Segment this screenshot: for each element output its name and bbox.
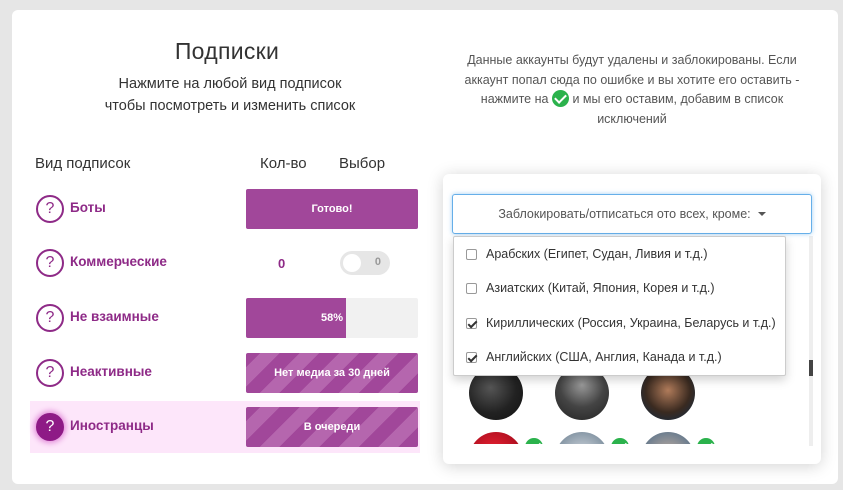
progress-bar[interactable]: Готово! — [246, 189, 418, 229]
subscription-row-inactive[interactable]: ? Неактивные Нет медиа за 30 дней — [30, 347, 420, 399]
option-label[interactable]: Арабских (Египет, Судан, Ливия и т.д.) — [486, 247, 708, 261]
subscription-row-commercial[interactable]: ? Коммерческие 0 0 — [30, 237, 420, 289]
option-label[interactable]: Английских (США, Англия, Канада и т.д.) — [486, 350, 722, 364]
help-icon[interactable]: ? — [36, 195, 64, 223]
progress-label: 58% — [320, 312, 344, 324]
account-avatar[interactable] — [469, 432, 523, 444]
subscription-row-non-mutual[interactable]: ? Не взаимные 58% — [30, 292, 420, 344]
notice-line-2: и мы его оставим, добавим в список исклю… — [572, 92, 784, 126]
subscriptions-section: Подписки Нажмите на любой вид подписок ч… — [12, 10, 442, 484]
keep-check-icon[interactable] — [609, 436, 631, 444]
help-icon[interactable]: ? — [36, 413, 64, 441]
help-icon[interactable]: ? — [36, 304, 64, 332]
checkbox[interactable] — [466, 282, 477, 294]
page-title: Подписки — [174, 38, 280, 64]
column-header-type: Вид подписок — [35, 155, 131, 172]
row-label[interactable]: Иностранцы — [70, 418, 154, 433]
progress-bar[interactable]: В очереди — [246, 407, 418, 447]
row-label[interactable]: Неактивные — [70, 364, 152, 379]
row-label[interactable]: Боты — [70, 200, 106, 215]
progress-label: Готово! — [311, 203, 353, 215]
row-label[interactable]: Не взаимные — [70, 309, 159, 324]
dropdown-option-arabic[interactable]: Арабских (Египет, Судан, Ливия и т.д.) — [454, 237, 785, 271]
scrollbar-track[interactable] — [809, 236, 813, 446]
row-count: 0 — [278, 256, 286, 271]
subscription-row-foreigners[interactable]: ? Иностранцы В очереди — [30, 401, 420, 453]
notice-text: Данные аккаунты будут удалены и заблокир… — [452, 51, 812, 129]
green-check-icon — [551, 90, 569, 107]
dropdown-option-asian[interactable]: Азиатских (Китай, Япония, Корея и т.д.) — [454, 271, 785, 305]
progress-bar[interactable]: 58% — [246, 298, 418, 338]
selection-toggle[interactable]: 0 — [340, 251, 390, 275]
progress-label: Нет медиа за 30 дней — [274, 367, 390, 379]
help-icon[interactable]: ? — [36, 249, 64, 277]
dropdown-option-english[interactable]: Английских (США, Англия, Канада и т.д.) — [454, 340, 785, 374]
exclude-dropdown-button[interactable]: Заблокировать/отписаться ото всех, кроме… — [452, 194, 812, 234]
caret-down-icon — [757, 212, 766, 216]
toggle-text: 0 — [374, 256, 381, 268]
accounts-panel: Заблокировать/отписаться ото всех, кроме… — [443, 174, 821, 464]
option-label[interactable]: Кириллических (Россия, Украина, Беларусь… — [486, 316, 776, 330]
subscriptions-card: Подписки Нажмите на любой вид подписок ч… — [12, 10, 838, 484]
row-label[interactable]: Коммерческие — [70, 254, 167, 269]
account-avatar[interactable] — [555, 432, 609, 444]
keep-check-icon[interactable] — [695, 436, 717, 444]
column-header-choice: Выбор — [339, 155, 386, 172]
option-label[interactable]: Азиатских (Китай, Япония, Корея и т.д.) — [486, 281, 715, 295]
checkbox[interactable] — [466, 317, 477, 329]
dropdown-option-cyrillic[interactable]: Кириллических (Россия, Украина, Беларусь… — [454, 306, 785, 340]
dropdown-button-label: Заблокировать/отписаться ото всех, кроме… — [498, 207, 751, 221]
checkbox[interactable] — [466, 351, 477, 363]
exclude-dropdown-menu: Арабских (Египет, Судан, Ливия и т.д.) А… — [453, 236, 786, 376]
checkbox[interactable] — [466, 248, 477, 260]
keep-check-icon[interactable] — [523, 436, 545, 444]
column-header-count: Кол-во — [260, 155, 307, 172]
progress-bar[interactable]: Нет медиа за 30 дней — [246, 353, 418, 393]
toggle-knob — [343, 254, 361, 272]
page-subtitle: Нажмите на любой вид подписок чтобы посм… — [104, 76, 356, 114]
help-icon[interactable]: ? — [36, 359, 64, 387]
account-avatar[interactable] — [641, 432, 695, 444]
progress-label: В очереди — [303, 421, 361, 433]
scrollbar-thumb[interactable] — [809, 360, 813, 376]
subscription-row-bots[interactable]: ? Боты Готово! — [30, 183, 420, 235]
